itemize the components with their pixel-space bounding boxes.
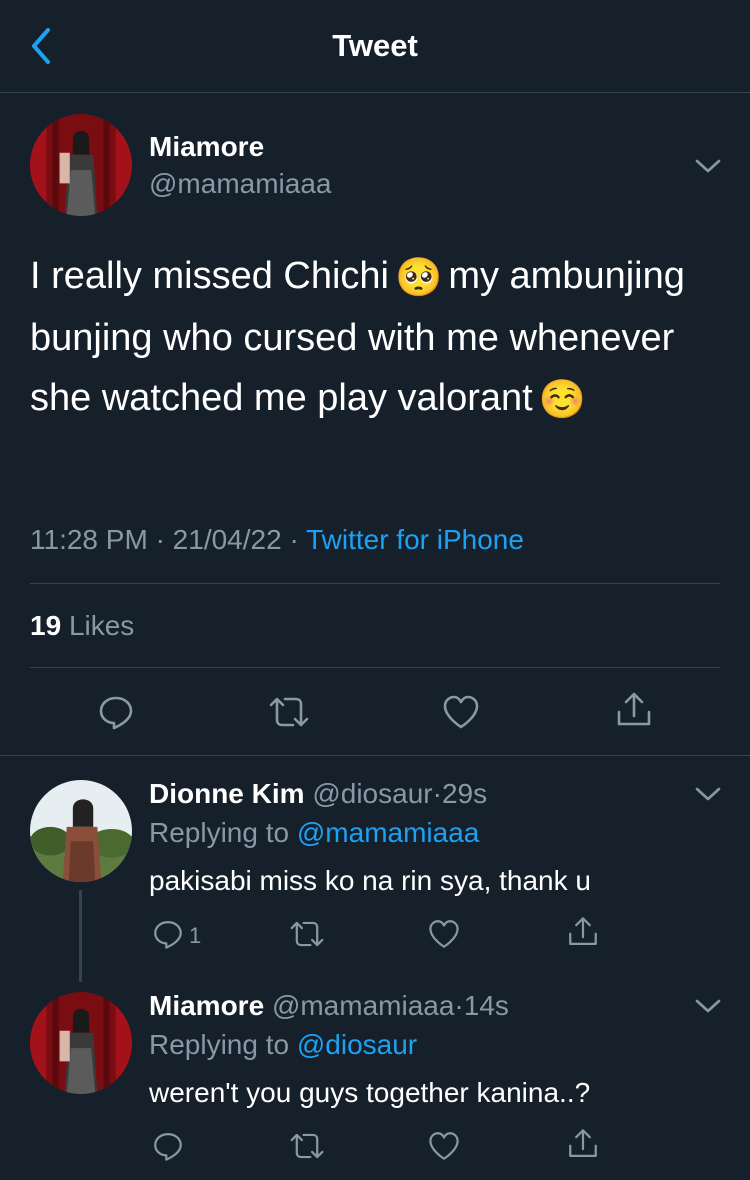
like-icon[interactable] bbox=[441, 692, 481, 732]
reply-header[interactable]: Dionne Kim @diosaur·29s bbox=[149, 778, 487, 810]
reply-icon[interactable] bbox=[151, 917, 185, 951]
tweet-text: I really missed Chichi 🥺 my ambunjing bunj… bbox=[30, 246, 690, 430]
reply-icon[interactable] bbox=[151, 1129, 185, 1163]
thread-line bbox=[79, 890, 82, 982]
tweet-time: 11:28 PM bbox=[30, 524, 148, 555]
reply-header[interactable]: Miamore @mamamiaaa·14s bbox=[149, 990, 509, 1022]
like-icon[interactable] bbox=[427, 1129, 461, 1163]
retweet-icon[interactable] bbox=[267, 692, 311, 732]
reply-text: weren't you guys together kanina..? bbox=[149, 1077, 591, 1108]
meta-separator: · bbox=[454, 990, 464, 1021]
mention-link[interactable]: @diosaur bbox=[297, 1029, 417, 1060]
retweet-icon[interactable] bbox=[288, 917, 326, 951]
replying-label: Replying to bbox=[149, 1029, 290, 1060]
reply-icon[interactable] bbox=[96, 692, 136, 732]
like-icon[interactable] bbox=[427, 917, 461, 951]
divider bbox=[30, 583, 720, 584]
divider bbox=[30, 667, 720, 668]
chevron-down-icon[interactable] bbox=[693, 156, 723, 176]
reply-age: 14s bbox=[463, 990, 509, 1021]
reply-author-handle[interactable]: @diosaur bbox=[312, 778, 432, 809]
divider bbox=[0, 755, 750, 756]
page-title: Tweet bbox=[332, 28, 418, 63]
share-icon[interactable] bbox=[614, 690, 654, 730]
reply-author-handle[interactable]: @mamamiaaa bbox=[272, 990, 454, 1021]
avatar[interactable] bbox=[30, 992, 132, 1094]
tweet-source-link[interactable]: Twitter for iPhone bbox=[306, 524, 524, 555]
reply-count: 1 bbox=[189, 923, 202, 948]
likes-label: Likes bbox=[68, 610, 135, 641]
top-bar: Tweet bbox=[0, 0, 750, 93]
meta-separator: · bbox=[432, 778, 442, 809]
reply-age: 29s bbox=[441, 778, 488, 809]
tweet-text-part: I really missed Chichi bbox=[30, 255, 389, 297]
replying-to: Replying to @diosaur bbox=[149, 1029, 417, 1061]
meta-separator: · bbox=[289, 524, 299, 555]
avatar[interactable] bbox=[30, 114, 132, 216]
avatar[interactable] bbox=[30, 780, 132, 882]
replying-to: Replying to @mamamiaaa bbox=[149, 817, 479, 849]
author-name[interactable]: Miamore bbox=[149, 131, 264, 163]
retweet-icon[interactable] bbox=[288, 1129, 326, 1163]
meta-separator: · bbox=[155, 524, 165, 555]
tweet-meta: 11:28 PM · 21/04/22 · Twitter for iPhone bbox=[30, 524, 524, 556]
tweet-date: 21/04/22 bbox=[172, 524, 282, 555]
chevron-down-icon[interactable] bbox=[693, 784, 723, 804]
reply-text: pakisabi miss ko na rin sya, thank u bbox=[149, 865, 591, 896]
author-handle[interactable]: @mamamiaaa bbox=[149, 168, 331, 200]
share-icon[interactable] bbox=[566, 1127, 600, 1161]
replying-label: Replying to bbox=[149, 817, 290, 848]
smiling-face-emoji: ☺️ bbox=[538, 378, 587, 421]
pleading-face-emoji: 🥺 bbox=[395, 256, 443, 299]
likes-count[interactable]: 19 Likes bbox=[30, 610, 134, 642]
share-icon[interactable] bbox=[566, 915, 600, 949]
chevron-down-icon[interactable] bbox=[693, 996, 723, 1016]
reply-author-name[interactable]: Dionne Kim bbox=[149, 778, 305, 809]
mention-link[interactable]: @mamamiaaa bbox=[297, 817, 479, 848]
reply-author-name[interactable]: Miamore bbox=[149, 990, 264, 1021]
likes-number: 19 bbox=[30, 610, 62, 641]
